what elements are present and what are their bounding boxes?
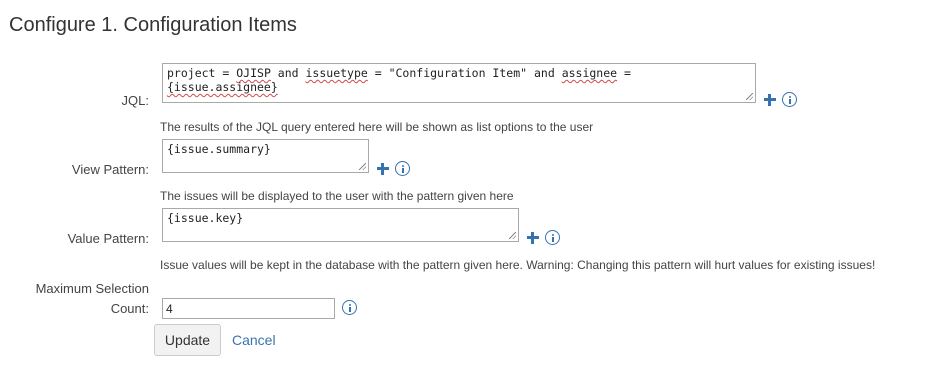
info-icon[interactable] xyxy=(342,300,357,315)
jql-text-part: and xyxy=(270,66,306,80)
jql-text-part: = "Configuration Item" and xyxy=(367,66,562,80)
plus-icon[interactable] xyxy=(377,163,389,175)
view-pattern-help-text: The issues will be displayed to the user… xyxy=(160,189,514,203)
info-icon[interactable] xyxy=(782,92,797,107)
view-pattern-label: View Pattern: xyxy=(71,162,149,177)
page-title: Configure 1. Configuration Items xyxy=(9,14,297,36)
update-button[interactable]: Update xyxy=(154,324,221,356)
max-selection-label-line2: Count: xyxy=(110,301,149,316)
max-selection-count-input[interactable] xyxy=(162,298,335,319)
jql-text-part: assignee xyxy=(561,66,618,80)
cancel-link[interactable]: Cancel xyxy=(232,332,276,348)
jql-text-part: issuetype xyxy=(305,66,368,80)
jql-label: JQL: xyxy=(121,93,149,108)
plus-icon[interactable] xyxy=(764,94,776,106)
jql-text-part: project = xyxy=(167,66,237,80)
info-icon[interactable] xyxy=(395,161,410,176)
value-pattern-help-text: Issue values will be kept in the databas… xyxy=(160,258,876,272)
jql-text-part: {issue.assignee} xyxy=(167,80,278,94)
jql-textarea[interactable]: project = OJISP and issuetype = "Configu… xyxy=(162,63,756,103)
info-icon[interactable] xyxy=(545,230,560,245)
value-pattern-label: Value Pattern: xyxy=(67,231,149,246)
jql-text-part: OJISP xyxy=(236,66,271,80)
view-pattern-textarea[interactable]: {issue.summary} xyxy=(162,139,369,173)
plus-icon[interactable] xyxy=(527,232,539,244)
jql-help-text: The results of the JQL query entered her… xyxy=(160,120,594,134)
max-selection-label-line1: Maximum Selection xyxy=(35,281,149,296)
jql-text-part: = xyxy=(617,66,631,80)
value-pattern-textarea[interactable]: {issue.key} xyxy=(162,208,519,242)
